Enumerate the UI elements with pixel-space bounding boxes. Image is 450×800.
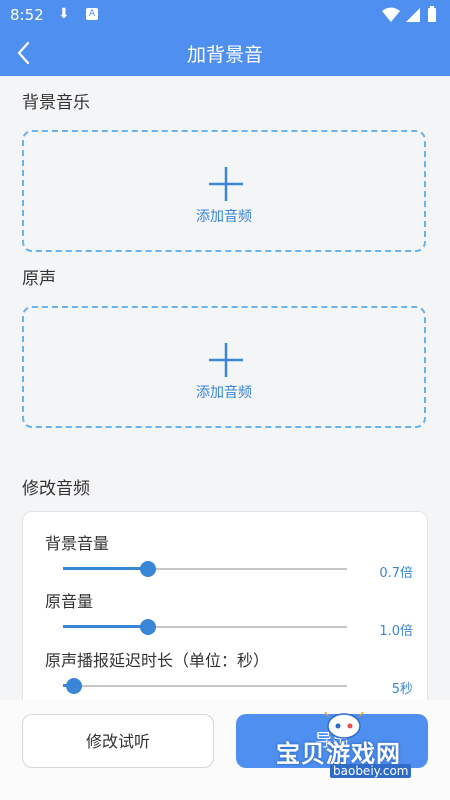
original-sound-section-label: 原声 xyxy=(22,269,56,289)
wifi-icon xyxy=(382,7,400,22)
original-volume-label: 原音量 xyxy=(45,592,94,611)
bgm-volume-slider[interactable] xyxy=(63,559,347,579)
download-icon: ⬇ xyxy=(58,6,70,22)
modify-audio-section-label: 修改音频 xyxy=(22,479,90,499)
add-audio-label: 添加音频 xyxy=(196,385,252,401)
bgm-volume-label: 背景音量 xyxy=(45,534,110,553)
preview-button[interactable]: 修改试听 xyxy=(22,714,214,768)
plus-icon xyxy=(209,343,243,377)
status-icons xyxy=(382,6,436,22)
add-bgm-audio-button[interactable]: 添加音频 xyxy=(22,130,426,252)
app-bar: 加背景音 xyxy=(0,30,450,76)
delay-duration-value: 5秒 xyxy=(391,682,413,697)
slider-thumb[interactable] xyxy=(140,561,157,577)
battery-icon xyxy=(428,8,436,22)
audio-settings-card: 背景音量 0.7倍 原音量 1.0倍 原声播报延迟时长（单位：秒） 5秒 xyxy=(22,511,428,718)
delay-duration-label: 原声播报延迟时长（单位：秒） xyxy=(45,651,270,670)
original-volume-value: 1.0倍 xyxy=(379,624,413,639)
status-time: 8:52 xyxy=(10,6,44,24)
add-audio-label: 添加音频 xyxy=(196,209,252,225)
signal-icon xyxy=(406,8,420,22)
slider-fill xyxy=(63,567,149,570)
original-volume-slider[interactable] xyxy=(63,617,347,637)
slider-thumb[interactable] xyxy=(66,678,83,694)
watermark: 宝贝游戏网 baobeiy.com xyxy=(272,708,432,788)
slider-fill xyxy=(63,625,149,628)
status-bar: 8:52 ⬇ A xyxy=(0,0,450,30)
page-title: 加背景音 xyxy=(186,44,263,66)
bgm-section-label: 背景音乐 xyxy=(22,93,90,113)
delay-duration-slider[interactable] xyxy=(63,676,347,696)
slider-thumb[interactable] xyxy=(140,619,157,635)
plus-icon xyxy=(209,167,243,201)
app-notification-icon: A xyxy=(86,8,98,20)
watermark-url: baobeiy.com xyxy=(330,764,412,778)
add-original-audio-button[interactable]: 添加音频 xyxy=(22,306,426,428)
bgm-volume-value: 0.7倍 xyxy=(379,566,413,581)
